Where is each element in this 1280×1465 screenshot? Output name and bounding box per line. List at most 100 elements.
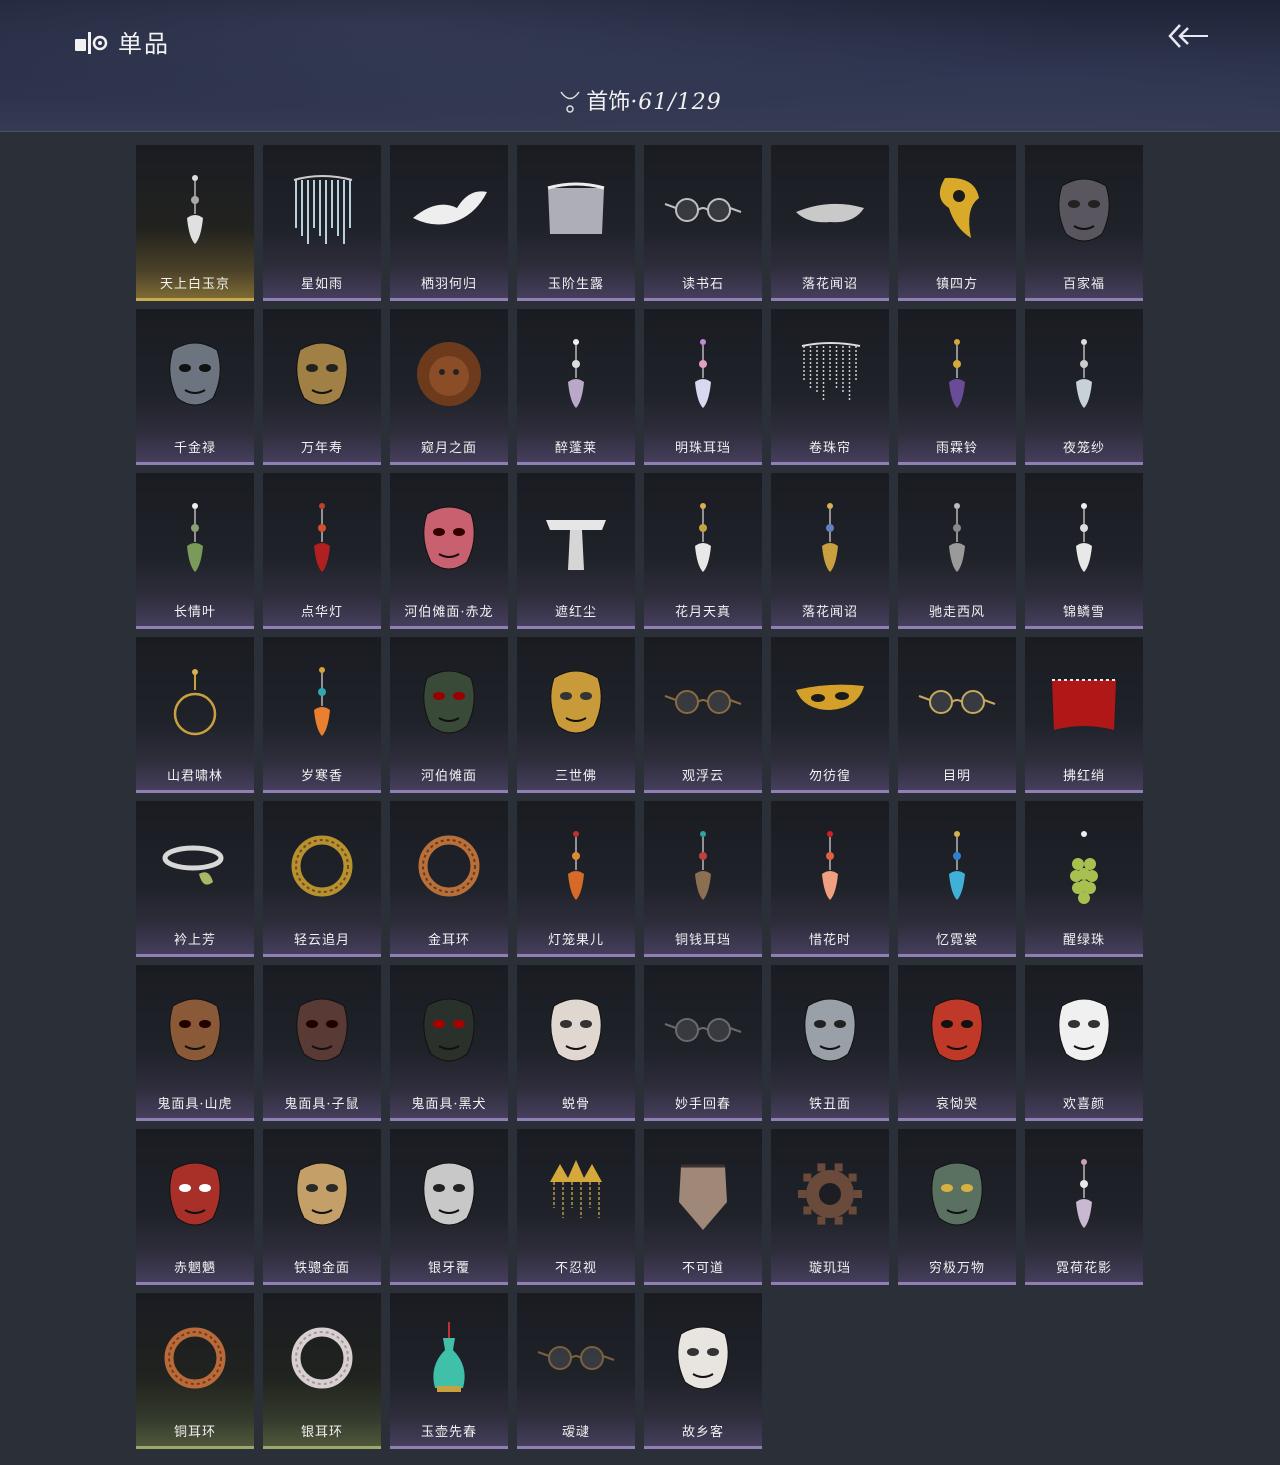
mask-iron-icon: [771, 965, 889, 1095]
item-card[interactable]: 锦鳞雪: [1025, 473, 1143, 629]
item-card[interactable]: 落花闻诏: [771, 145, 889, 301]
item-card[interactable]: 山君啸林: [136, 637, 254, 793]
item-card[interactable]: 河伯傩面: [390, 637, 508, 793]
item-card[interactable]: 星如雨: [263, 145, 381, 301]
item-card[interactable]: 拂红绡: [1025, 637, 1143, 793]
item-card[interactable]: 哀恸哭: [898, 965, 1016, 1121]
face-scarf-icon: [644, 1129, 762, 1259]
item-card[interactable]: 银耳环: [263, 1293, 381, 1449]
item-name: 山君啸林: [166, 769, 223, 784]
item-card[interactable]: 赤魍魉: [136, 1129, 254, 1285]
item-name: 铁丑面: [808, 1097, 851, 1112]
item-name: 星如雨: [300, 277, 343, 292]
item-card[interactable]: 叆叇: [517, 1293, 635, 1449]
item-card[interactable]: 读书石: [644, 145, 762, 301]
item-card[interactable]: 三世佛: [517, 637, 635, 793]
mask-three-faces-icon: [517, 637, 635, 767]
item-name: 卷珠帘: [808, 441, 851, 456]
item-card[interactable]: 千金禄: [136, 309, 254, 465]
feather-earring-icon: [898, 473, 1016, 603]
item-name: 观浮云: [681, 769, 724, 784]
gold-stick-earring-icon: [644, 473, 762, 603]
item-card[interactable]: 驰走西风: [898, 473, 1016, 629]
item-card[interactable]: 遮红尘: [517, 473, 635, 629]
veil-icon: [517, 145, 635, 275]
gold-stick-earring-2-icon: [771, 473, 889, 603]
item-grid: 天上白玉京 星如雨 栖羽何归 玉阶生露 读书石 落花闻诏 镇四方 百家福 千金禄 万年寿 窥月之面醉…: [136, 145, 1143, 1449]
item-card[interactable]: 镇四方: [898, 145, 1016, 301]
item-name: 铜耳环: [173, 1425, 216, 1440]
item-card[interactable]: 落花闻诏: [771, 473, 889, 629]
item-card[interactable]: 轻云追月: [263, 801, 381, 957]
silver-ring-leaf-icon: [136, 801, 254, 931]
item-card[interactable]: 穷极万物: [898, 1129, 1016, 1285]
item-card[interactable]: 花月天真: [644, 473, 762, 629]
hoop-earring-icon: [136, 637, 254, 767]
item-card[interactable]: 勿彷徨: [771, 637, 889, 793]
item-card[interactable]: 铜耳环: [136, 1293, 254, 1449]
gear-ring-icon: [771, 1129, 889, 1259]
item-card[interactable]: 万年寿: [263, 309, 381, 465]
item-card[interactable]: 醒绿珠: [1025, 801, 1143, 957]
item-card[interactable]: 银牙覆: [390, 1129, 508, 1285]
item-card[interactable]: 霓荷花影: [1025, 1129, 1143, 1285]
silver-tassel-icon: [1025, 309, 1143, 439]
item-card[interactable]: 不可道: [644, 1129, 762, 1285]
item-card[interactable]: 窥月之面: [390, 309, 508, 465]
item-name: 河伯傩面: [420, 769, 477, 784]
item-card[interactable]: 河伯傩面·赤龙: [390, 473, 508, 629]
item-name: 妙手回春: [674, 1097, 731, 1112]
collection-icon: [75, 32, 108, 54]
item-name: 目明: [942, 769, 971, 784]
item-card[interactable]: 铜钱耳珰: [644, 801, 762, 957]
item-card[interactable]: 百家福: [1025, 145, 1143, 301]
item-card[interactable]: 铁骢金面: [263, 1129, 381, 1285]
back-arrow-icon[interactable]: [1166, 22, 1210, 50]
item-name: 叆叇: [561, 1425, 590, 1440]
item-card[interactable]: 妙手回春: [644, 965, 762, 1121]
item-name: 拂红绡: [1062, 769, 1105, 784]
item-name: 读书石: [681, 277, 724, 292]
item-card[interactable]: 蜕骨: [517, 965, 635, 1121]
item-name: 鬼面具·山虎: [157, 1097, 233, 1112]
item-card[interactable]: 观浮云: [644, 637, 762, 793]
item-card[interactable]: 玉阶生露: [517, 145, 635, 301]
item-card[interactable]: 铁丑面: [771, 965, 889, 1121]
item-card[interactable]: 鬼面具·山虎: [136, 965, 254, 1121]
item-card[interactable]: 衿上芳: [136, 801, 254, 957]
item-name: 轻云追月: [293, 933, 350, 948]
bronze-mask-icon: [898, 1129, 1016, 1259]
item-card[interactable]: 点华灯: [263, 473, 381, 629]
mask-mouse-gold-icon: [263, 309, 381, 439]
item-card[interactable]: 天上白玉京: [136, 145, 254, 301]
item-card[interactable]: 长情叶: [136, 473, 254, 629]
item-card[interactable]: 明珠耳珰: [644, 309, 762, 465]
gold-eyemask-icon: [771, 637, 889, 767]
item-card[interactable]: 雨霖铃: [898, 309, 1016, 465]
item-card[interactable]: 忆霓裳: [898, 801, 1016, 957]
item-card[interactable]: 灯笼果儿: [517, 801, 635, 957]
headband-icon: [771, 145, 889, 275]
item-card[interactable]: 醉蓬莱: [517, 309, 635, 465]
lantern-icon: [263, 473, 381, 603]
item-card[interactable]: 惜花时: [771, 801, 889, 957]
mask-red-demon-icon: [136, 1129, 254, 1259]
mask-jester-icon: [517, 965, 635, 1095]
item-card[interactable]: 金耳环: [390, 801, 508, 957]
item-card[interactable]: 故乡客: [644, 1293, 762, 1449]
item-card[interactable]: 欢喜颜: [1025, 965, 1143, 1121]
item-card[interactable]: 璇玑珰: [771, 1129, 889, 1285]
item-card[interactable]: 鬼面具·子鼠: [263, 965, 381, 1121]
item-card[interactable]: 玉壶先春: [390, 1293, 508, 1449]
item-card[interactable]: 栖羽何归: [390, 145, 508, 301]
item-card[interactable]: 不忍视: [517, 1129, 635, 1285]
item-card[interactable]: 目明: [898, 637, 1016, 793]
item-card[interactable]: 岁寒香: [263, 637, 381, 793]
item-name: 雨霖铃: [935, 441, 978, 456]
item-card[interactable]: 夜笼纱: [1025, 309, 1143, 465]
item-card[interactable]: 卷珠帘: [771, 309, 889, 465]
pendant-drop-icon: [136, 145, 254, 275]
item-name: 鬼面具·黑犬: [411, 1097, 487, 1112]
item-name: 夜笼纱: [1062, 441, 1105, 456]
item-card[interactable]: 鬼面具·黑犬: [390, 965, 508, 1121]
